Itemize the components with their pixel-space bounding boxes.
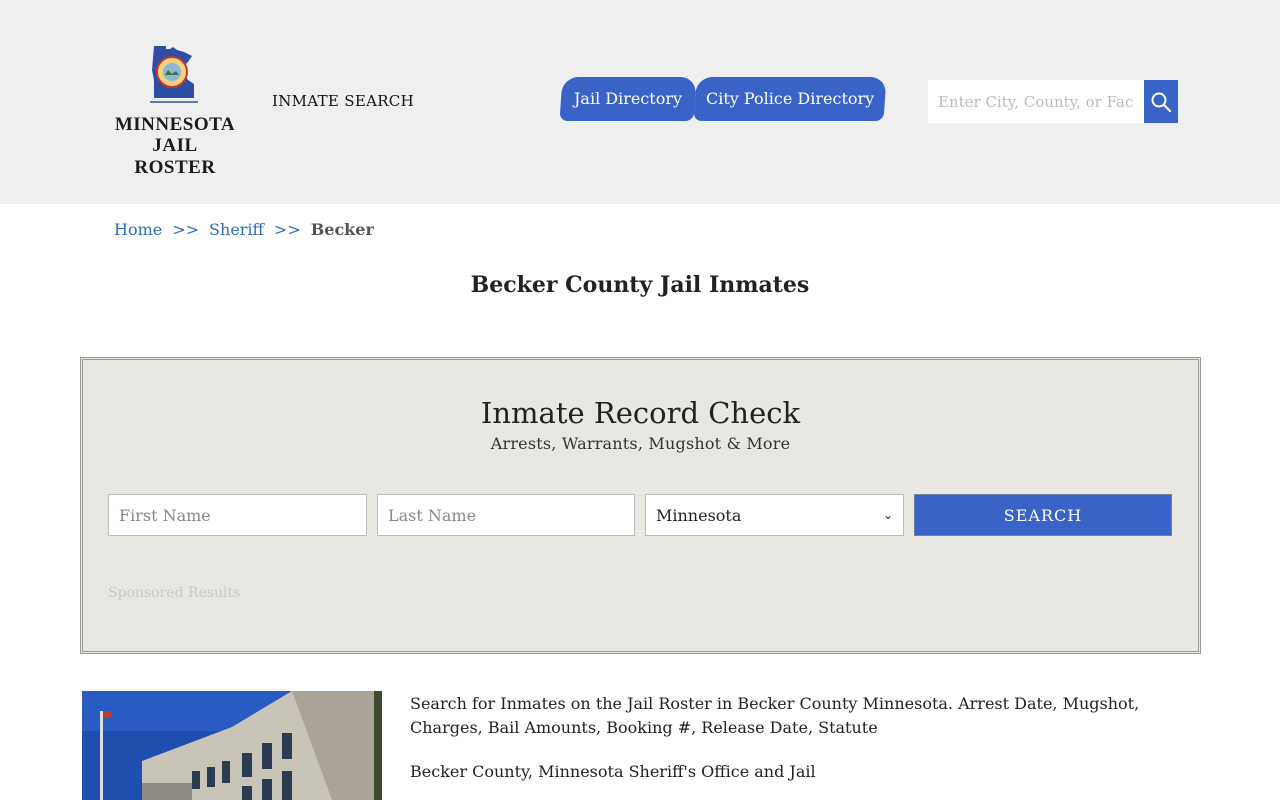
state-select[interactable]: Minnesota ⌄	[645, 494, 904, 536]
nav-tab-label: Jail Directory	[573, 89, 683, 108]
inmate-search-link[interactable]: INMATE SEARCH	[272, 92, 414, 110]
inmate-record-check-panel: Inmate Record Check Arrests, Warrants, M…	[80, 357, 1201, 654]
first-name-input[interactable]	[108, 494, 367, 536]
chevron-down-icon: ⌄	[882, 508, 893, 522]
nav-tab-city-police-directory[interactable]: City Police Directory	[693, 77, 887, 121]
breadcrumb-separator: >>	[172, 220, 200, 239]
record-search-button[interactable]: SEARCH	[914, 494, 1172, 536]
last-name-input[interactable]	[377, 494, 635, 536]
courthouse-image	[82, 691, 382, 800]
breadcrumb: Home >> Sheriff >> Becker	[114, 220, 374, 239]
logo-text-line2: JAIL ROSTER	[134, 135, 216, 178]
intro-paragraph: Search for Inmates on the Jail Roster in…	[410, 694, 1140, 737]
minnesota-map-icon	[150, 46, 198, 103]
nav-tab-label: City Police Directory	[705, 89, 875, 108]
record-check-title: Inmate Record Check	[480, 396, 801, 430]
page-title: Becker County Jail Inmates	[470, 272, 810, 298]
breadcrumb-sheriff[interactable]: Sheriff	[209, 220, 264, 239]
nav-tab-jail-directory[interactable]: Jail Directory	[559, 77, 697, 121]
office-paragraph: Becker County, Minnesota Sheriff's Offic…	[410, 762, 816, 781]
site-logo[interactable]: MINNESOTA JAIL ROSTER	[110, 44, 240, 178]
breadcrumb-home[interactable]: Home	[114, 220, 162, 239]
breadcrumb-current: Becker	[310, 220, 374, 239]
courthouse-photo	[82, 691, 382, 800]
site-header: MINNESOTA JAIL ROSTER INMATE SEARCH Jail…	[0, 0, 1280, 204]
site-search-input[interactable]	[928, 80, 1144, 123]
site-search-button[interactable]	[1144, 80, 1178, 123]
breadcrumb-separator: >>	[273, 220, 301, 239]
search-icon	[1151, 92, 1172, 112]
state-select-value: Minnesota	[656, 505, 742, 525]
sponsored-results-label: Sponsored Results	[108, 585, 241, 601]
record-check-subtitle: Arrests, Warrants, Mugshot & More	[490, 434, 791, 453]
logo-text-line1: MINNESOTA	[114, 114, 236, 135]
